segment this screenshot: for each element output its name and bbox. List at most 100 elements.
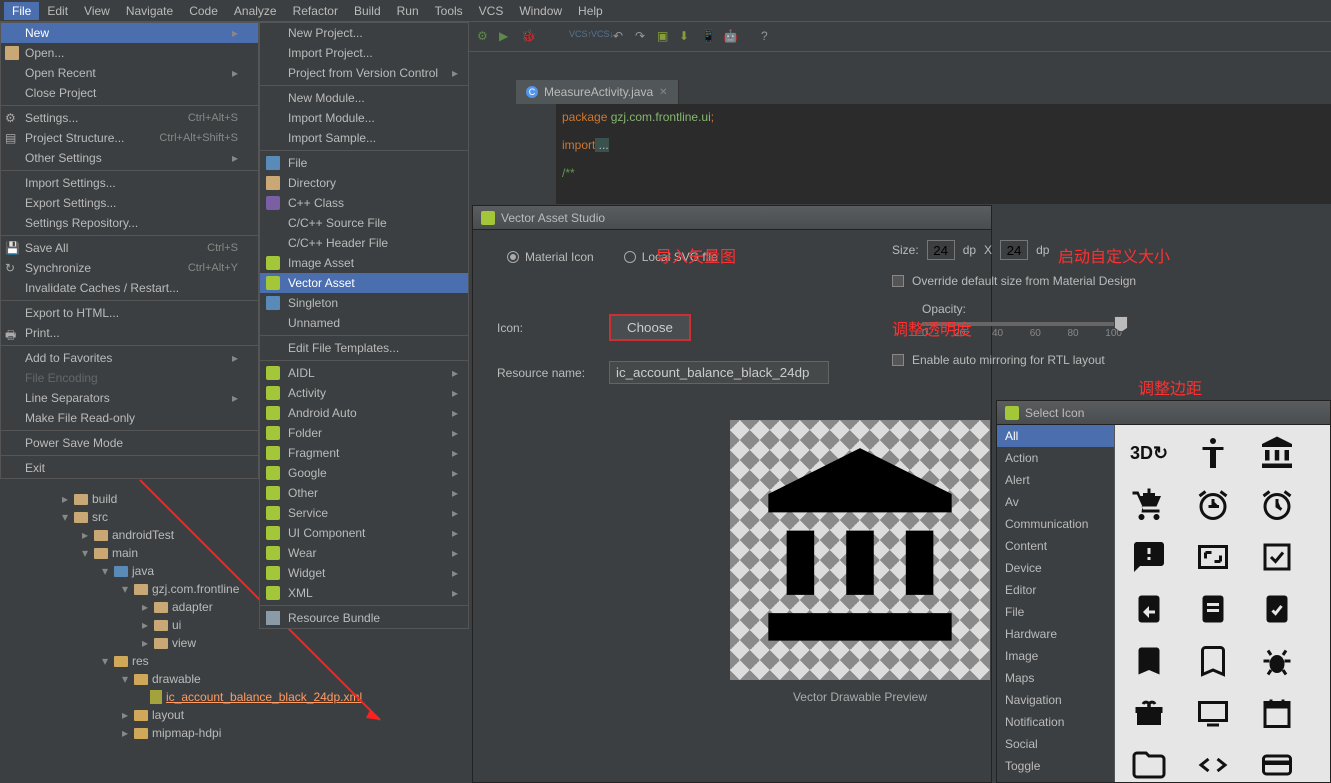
file-export-settings[interactable]: Export Settings... — [1, 193, 258, 213]
cat-hardware[interactable]: Hardware — [997, 623, 1114, 645]
file-encoding[interactable]: File Encoding — [1, 368, 258, 388]
avd-icon[interactable]: ▣ — [657, 29, 673, 45]
cat-av[interactable]: Av — [997, 491, 1114, 513]
3d-rotation-icon[interactable]: 3D↻ — [1121, 431, 1177, 475]
bookmark-outline-icon[interactable] — [1185, 639, 1241, 683]
file-close-project[interactable]: Close Project — [1, 83, 258, 103]
override-checkbox[interactable] — [892, 275, 904, 287]
cat-navigation[interactable]: Navigation — [997, 689, 1114, 711]
file-add-fav[interactable]: Add to Favorites▸ — [1, 348, 258, 368]
debug-icon[interactable]: 🐞 — [521, 29, 537, 45]
tree-layout[interactable]: ▸layout — [0, 706, 469, 724]
file-open-recent[interactable]: Open Recent▸ — [1, 63, 258, 83]
cat-social[interactable]: Social — [997, 733, 1114, 755]
file-import-settings[interactable]: Import Settings... — [1, 173, 258, 193]
file-settings[interactable]: ⚙Settings...Ctrl+Alt+S — [1, 108, 258, 128]
redo-icon[interactable]: ↷ — [635, 29, 651, 45]
menu-vcs[interactable]: VCS — [471, 2, 512, 20]
new-singleton[interactable]: Singleton — [260, 293, 468, 313]
cat-content[interactable]: Content — [997, 535, 1114, 557]
new-cpp-class[interactable]: C++ Class — [260, 193, 468, 213]
cat-editor[interactable]: Editor — [997, 579, 1114, 601]
android-icon[interactable]: 🤖 — [723, 29, 739, 45]
cat-maps[interactable]: Maps — [997, 667, 1114, 689]
bug-icon[interactable] — [1249, 639, 1305, 683]
new-import-sample[interactable]: Import Sample... — [260, 128, 468, 148]
file-open[interactable]: Open... — [1, 43, 258, 63]
new-xml[interactable]: XML▸ — [260, 583, 468, 603]
vcs-down-icon[interactable]: VCS↓ — [591, 29, 607, 45]
help-icon[interactable]: ? — [761, 29, 777, 45]
add-shopping-cart-icon[interactable] — [1121, 483, 1177, 527]
menu-edit[interactable]: Edit — [39, 2, 76, 20]
choose-button[interactable]: Choose — [609, 314, 691, 341]
cat-image[interactable]: Image — [997, 645, 1114, 667]
run-icon[interactable]: ▶ — [499, 29, 515, 45]
cat-file[interactable]: File — [997, 601, 1114, 623]
alarm-icon[interactable] — [1249, 483, 1305, 527]
dialog-titlebar[interactable]: Select Icon — [997, 401, 1330, 425]
cat-action[interactable]: Action — [997, 447, 1114, 469]
file-save-all[interactable]: 💾Save AllCtrl+S — [1, 238, 258, 258]
menu-analyze[interactable]: Analyze — [226, 2, 285, 20]
file-project-structure[interactable]: ▤Project Structure...Ctrl+Alt+Shift+S — [1, 128, 258, 148]
new-widget[interactable]: Widget▸ — [260, 563, 468, 583]
new-cpp-source[interactable]: C/C++ Source File — [260, 213, 468, 233]
monitor-icon[interactable]: 📱 — [701, 29, 717, 45]
file-synchronize[interactable]: ↻SynchronizeCtrl+Alt+Y — [1, 258, 258, 278]
editor-tab[interactable]: C MeasureActivity.java ✕ — [516, 80, 679, 104]
cat-all[interactable]: All — [997, 425, 1114, 447]
menu-help[interactable]: Help — [570, 2, 611, 20]
close-icon[interactable]: ✕ — [659, 87, 667, 98]
tree-mipmap[interactable]: ▸mipmap-hdpi — [0, 724, 469, 742]
new-folder[interactable]: Folder▸ — [260, 423, 468, 443]
height-input[interactable] — [1000, 240, 1028, 260]
new-cpp-header[interactable]: C/C++ Header File — [260, 233, 468, 253]
menu-window[interactable]: Window — [511, 2, 570, 20]
new-wear[interactable]: Wear▸ — [260, 543, 468, 563]
menu-run[interactable]: Run — [389, 2, 427, 20]
card-gift-icon[interactable] — [1121, 691, 1177, 735]
assignment-return-icon[interactable] — [1121, 587, 1177, 631]
new-edit-templates[interactable]: Edit File Templates... — [260, 338, 468, 358]
assignment-icon[interactable] — [1185, 587, 1241, 631]
file-exit[interactable]: Exit — [1, 458, 258, 478]
sdk-icon[interactable]: ⬇ — [679, 29, 695, 45]
new-resource-bundle[interactable]: Resource Bundle — [260, 608, 468, 628]
new-project[interactable]: New Project... — [260, 23, 468, 43]
aspect-ratio-icon[interactable] — [1185, 535, 1241, 579]
make-icon[interactable]: ⚙ — [477, 29, 493, 45]
undo-icon[interactable]: ↶ — [613, 29, 629, 45]
file-line-sep[interactable]: Line Separators▸ — [1, 388, 258, 408]
account-balance-icon[interactable] — [1249, 431, 1305, 475]
cat-toggle[interactable]: Toggle — [997, 755, 1114, 777]
file-new[interactable]: New▸ — [1, 23, 258, 43]
file-other-settings[interactable]: Other Settings▸ — [1, 148, 258, 168]
file-power-save[interactable]: Power Save Mode — [1, 433, 258, 453]
file-settings-repo[interactable]: Settings Repository... — [1, 213, 258, 233]
new-image-asset[interactable]: Image Asset — [260, 253, 468, 273]
cat-alert[interactable]: Alert — [997, 469, 1114, 491]
tree-drawable-file[interactable]: ic_account_balance_black_24dp.xml — [0, 688, 469, 706]
dialog-titlebar[interactable]: Vector Asset Studio ✕ — [473, 206, 991, 230]
resource-name-input[interactable] — [609, 361, 829, 384]
cat-device[interactable]: Device — [997, 557, 1114, 579]
new-google[interactable]: Google▸ — [260, 463, 468, 483]
new-from-vcs[interactable]: Project from Version Control▸ — [260, 63, 468, 83]
menu-file[interactable]: File — [4, 2, 39, 20]
check-box-icon[interactable] — [1249, 535, 1305, 579]
menu-build[interactable]: Build — [346, 2, 389, 20]
menu-code[interactable]: Code — [181, 2, 226, 20]
new-activity[interactable]: Activity▸ — [260, 383, 468, 403]
new-directory[interactable]: Directory — [260, 173, 468, 193]
tv-icon[interactable] — [1185, 691, 1241, 735]
new-service[interactable]: Service▸ — [260, 503, 468, 523]
feedback-icon[interactable] — [1121, 535, 1177, 579]
vcs-up-icon[interactable]: VCS↑ — [569, 29, 585, 45]
width-input[interactable] — [927, 240, 955, 260]
file-readonly[interactable]: Make File Read-only — [1, 408, 258, 428]
add-alarm-icon[interactable] — [1185, 483, 1241, 527]
tree-res[interactable]: ▾res — [0, 652, 469, 670]
radio-material[interactable]: Material Icon — [507, 250, 594, 264]
new-module[interactable]: New Module... — [260, 88, 468, 108]
